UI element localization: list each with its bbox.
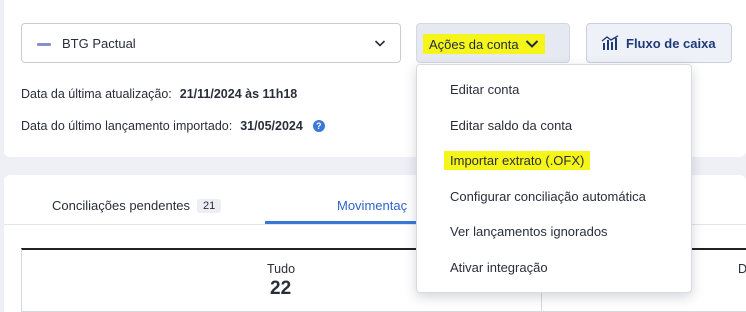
menu-item-edit-balance[interactable]: Editar saldo da conta xyxy=(450,118,572,133)
account-actions-button[interactable]: Ações da conta xyxy=(416,23,570,63)
last-update-value: 21/11/2024 às 11h18 xyxy=(179,87,298,101)
menu-item-activate-integration[interactable]: Ativar integração xyxy=(450,260,548,275)
last-import-label: Data do último lançamento importado: xyxy=(21,119,233,133)
cashflow-button[interactable]: Fluxo de caixa xyxy=(586,23,732,63)
help-icon[interactable]: ? xyxy=(312,120,325,132)
tab-pending-reconciliations[interactable]: Conciliações pendentes 21 xyxy=(52,198,222,213)
last-import-value: 31/05/2024 xyxy=(240,119,303,133)
bank-account-select[interactable]: BTG Pactual xyxy=(21,23,401,63)
btg-logo-icon xyxy=(37,43,51,46)
last-update-label: Data da última atualização: xyxy=(21,87,172,101)
menu-item-edit-account[interactable]: Editar conta xyxy=(450,82,519,97)
chevron-down-icon xyxy=(374,40,386,47)
last-import-row: Data do último lançamento importado: 31/… xyxy=(21,119,325,133)
account-actions-label: Ações da conta xyxy=(429,36,519,52)
summary-all-label: Tudo xyxy=(267,262,296,276)
cashflow-label: Fluxo de caixa xyxy=(626,35,716,51)
tab-pending-label: Conciliações pendentes xyxy=(52,198,191,213)
chevron-down-icon xyxy=(525,40,538,48)
bank-account-name: BTG Pactual xyxy=(62,36,136,51)
pending-count-badge: 21 xyxy=(197,198,222,213)
summary-next-label: D xyxy=(738,262,746,276)
summary-all-value: 22 xyxy=(270,278,292,299)
account-actions-menu: Editar conta Editar saldo da conta Impor… xyxy=(416,64,692,293)
chart-icon xyxy=(601,35,619,50)
last-update-row: Data da última atualização: 21/11/2024 à… xyxy=(21,87,297,101)
tab-movements[interactable]: Movimentaç xyxy=(337,198,407,213)
menu-item-ignored-entries[interactable]: Ver lançamentos ignorados xyxy=(450,224,608,239)
menu-item-auto-reconciliation[interactable]: Configurar conciliação automática xyxy=(450,189,646,204)
menu-item-import-statement[interactable]: Importar extrato (.OFX) xyxy=(444,151,591,170)
